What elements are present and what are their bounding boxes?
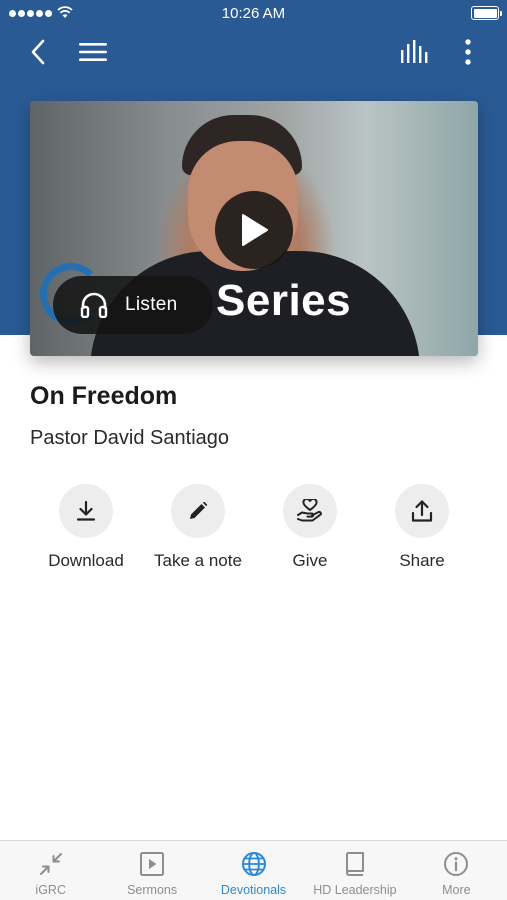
bottom-tab-bar: iGRC Sermons Devotionals HD Leadership M… <box>0 840 507 900</box>
collapse-arrows-icon <box>39 853 62 875</box>
download-circle[interactable] <box>59 484 113 538</box>
take-note-label: Take a note <box>154 551 242 570</box>
hamburger-menu-icon <box>79 43 107 61</box>
back-button[interactable] <box>20 34 56 70</box>
listen-label: Listen <box>125 294 178 315</box>
top-nav <box>0 30 507 74</box>
download-button[interactable]: Download <box>30 484 142 571</box>
share-button[interactable]: Share <box>366 484 478 571</box>
battery-icon <box>471 6 502 20</box>
download-icon <box>76 500 96 521</box>
share-label: Share <box>399 551 445 570</box>
tab-sermons-label: Sermons <box>127 883 178 897</box>
tab-hd-leadership-label: HD Leadership <box>313 883 397 897</box>
status-time: 10:26 AM <box>221 5 286 22</box>
take-note-button[interactable]: Take a note <box>142 484 254 571</box>
globe-icon <box>241 852 266 876</box>
give-heart-hand-icon <box>297 499 322 522</box>
audio-button[interactable] <box>397 34 433 70</box>
status-bar: 10:26 AM <box>0 0 507 28</box>
play-square-icon <box>140 852 165 876</box>
sermon-title: On Freedom <box>30 382 178 410</box>
listen-button[interactable]: Listen <box>53 276 213 334</box>
tab-hd-leadership[interactable]: HD Leadership <box>304 841 405 900</box>
tab-more-label: More <box>442 883 471 897</box>
tab-sermons[interactable]: Sermons <box>101 841 202 900</box>
take-note-circle[interactable] <box>171 484 225 538</box>
chevron-left-icon <box>31 39 45 65</box>
share-circle[interactable] <box>395 484 449 538</box>
sermon-video-card[interactable]: Series Listen <box>30 101 478 356</box>
give-button[interactable]: Give <box>254 484 366 571</box>
tab-more[interactable]: More <box>406 841 507 900</box>
book-icon <box>345 852 364 876</box>
pencil-icon <box>190 501 208 519</box>
tab-devotionals-label: Devotionals <box>220 883 287 897</box>
series-overlay-text: Series <box>216 276 352 325</box>
give-label: Give <box>292 551 328 570</box>
tab-igrc[interactable]: iGRC <box>0 841 101 900</box>
tab-devotionals[interactable]: Devotionals <box>203 841 304 900</box>
vertical-dots-icon <box>465 39 471 65</box>
download-label: Download <box>48 551 124 570</box>
info-circle-icon <box>444 852 469 876</box>
give-circle[interactable] <box>283 484 337 538</box>
play-icon <box>242 214 268 246</box>
action-row: Download Take a note Give Share <box>30 484 478 571</box>
menu-button[interactable] <box>75 34 111 70</box>
headphones-icon <box>80 292 108 318</box>
play-button[interactable] <box>215 191 293 269</box>
share-upload-icon <box>411 500 433 522</box>
audio-bars-icon <box>401 40 428 63</box>
more-options-button[interactable] <box>450 34 486 70</box>
tab-igrc-label: iGRC <box>35 883 66 897</box>
sermon-speaker: Pastor David Santiago <box>30 427 230 449</box>
